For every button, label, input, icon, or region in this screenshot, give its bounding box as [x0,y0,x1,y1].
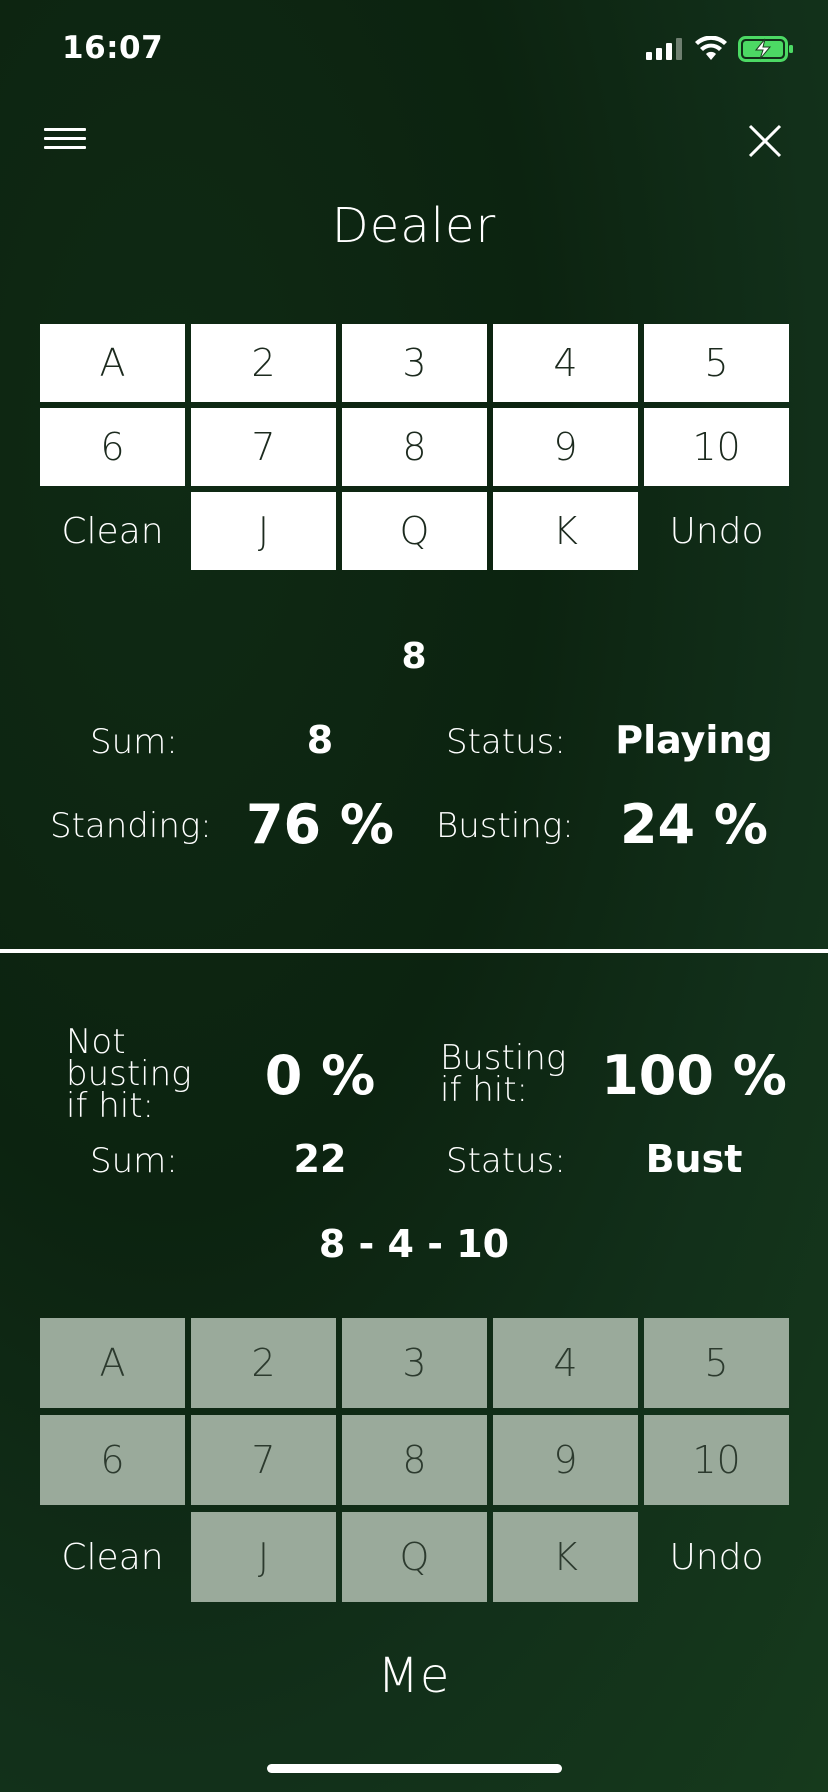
dealer-standing-label: Standing: [50,806,212,846]
me-status-label: Status: [446,1141,566,1181]
dealer-card-8[interactable]: 8 [342,408,487,486]
dealer-clean-button[interactable]: Clean [40,492,185,570]
dealer-card-a[interactable]: A [40,324,185,402]
dealer-sum-value: 8 [306,718,334,762]
me-card-9[interactable]: 9 [493,1415,638,1505]
dealer-status-label: Status: [446,722,566,762]
me-card-5[interactable]: 5 [644,1318,789,1408]
me-card-j[interactable]: J [191,1512,336,1602]
dealer-card-5[interactable]: 5 [644,324,789,402]
me-not-busting-label-line3: if hit: [66,1086,155,1126]
dealer-card-2[interactable]: 2 [191,324,336,402]
me-sum-value: 22 [293,1137,347,1181]
dealer-card-q[interactable]: Q [342,492,487,570]
dealer-sum-label: Sum: [90,722,178,762]
me-card-3[interactable]: 3 [342,1318,487,1408]
dealer-card-10[interactable]: 10 [644,408,789,486]
dealer-busting-value: 24 % [619,793,769,856]
wifi-icon [695,36,727,60]
me-card-8[interactable]: 8 [342,1415,487,1505]
dealer-card-7[interactable]: 7 [191,408,336,486]
dealer-card-3[interactable]: 3 [342,324,487,402]
me-card-q[interactable]: Q [342,1512,487,1602]
dealer-card-grid: A 2 3 4 5 6 7 8 9 10 Clean J Q K Undo [40,324,789,576]
me-card-a[interactable]: A [40,1318,185,1408]
me-not-busting-value: 0 % [264,1044,376,1107]
me-card-k[interactable]: K [493,1512,638,1602]
cellular-signal-icon [646,38,682,60]
dealer-card-4[interactable]: 4 [493,324,638,402]
home-indicator[interactable] [267,1764,562,1773]
me-clean-button[interactable]: Clean [40,1512,185,1602]
dealer-standing-value: 76 % [245,793,395,856]
dealer-hand: 8 [401,636,427,677]
close-icon[interactable] [740,116,790,166]
me-title: Me [377,1648,451,1704]
status-time: 16:07 [62,30,164,66]
me-undo-button[interactable]: Undo [644,1512,789,1602]
me-status-value: Bust [645,1137,743,1181]
me-card-grid: A 2 3 4 5 6 7 8 9 10 Clean J Q K Undo [40,1318,789,1609]
dealer-card-k[interactable]: K [493,492,638,570]
dealer-undo-button[interactable]: Undo [644,492,789,570]
battery-charging-icon [738,36,793,62]
me-card-6[interactable]: 6 [40,1415,185,1505]
me-card-7[interactable]: 7 [191,1415,336,1505]
me-busting-label-line2: if hit: [440,1070,529,1110]
dealer-title: Dealer [331,198,497,254]
me-not-busting-label: Not busting if hit: [66,1025,192,1126]
dealer-busting-label: Busting: [436,806,574,846]
me-hand: 8 - 4 - 10 [318,1222,510,1266]
me-card-2[interactable]: 2 [191,1318,336,1408]
dealer-card-6[interactable]: 6 [40,408,185,486]
dealer-card-9[interactable]: 9 [493,408,638,486]
me-card-4[interactable]: 4 [493,1318,638,1408]
section-divider [0,949,828,953]
me-busting-label: Busting if hit: [440,1041,566,1110]
dealer-card-j[interactable]: J [191,492,336,570]
me-busting-value: 100 % [601,1044,787,1107]
menu-icon[interactable] [40,124,90,154]
dealer-status-value: Playing [615,718,773,762]
status-icons [646,36,794,62]
me-sum-label: Sum: [90,1141,178,1181]
me-card-10[interactable]: 10 [644,1415,789,1505]
